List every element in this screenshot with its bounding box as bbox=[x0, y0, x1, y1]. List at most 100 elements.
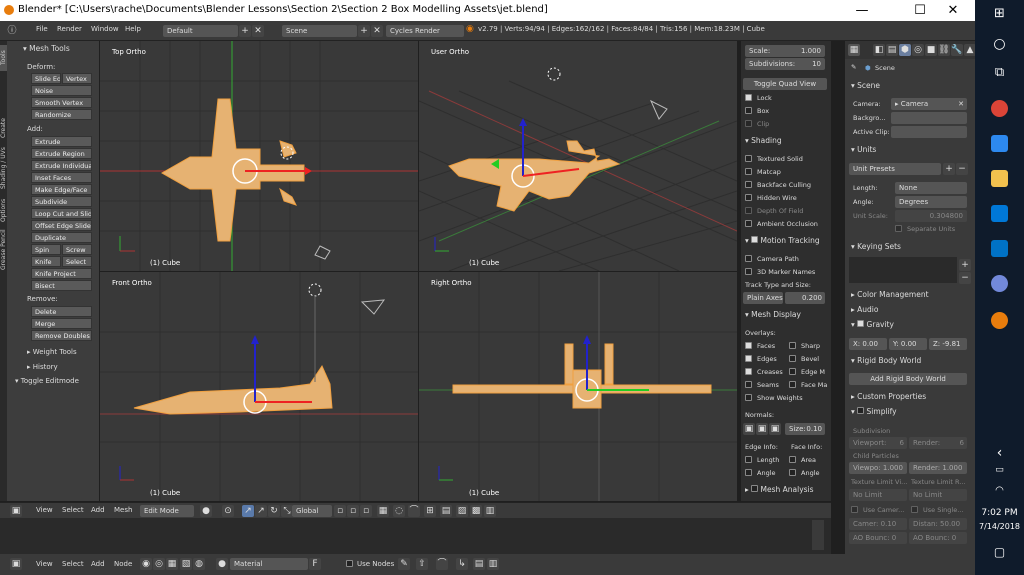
tool-extrude-individual-button[interactable]: Extrude Individual bbox=[31, 160, 92, 171]
menu-view[interactable]: View bbox=[36, 506, 53, 514]
camera-path-checkbox[interactable] bbox=[745, 255, 752, 262]
blender-taskbar-icon[interactable] bbox=[991, 312, 1008, 329]
mesh-analysis-checkbox[interactable] bbox=[751, 485, 759, 492]
render-engine-select[interactable]: Cycles Render bbox=[386, 25, 464, 37]
orientation-select[interactable]: Global bbox=[292, 505, 332, 517]
viewport-particles-field[interactable]: Viewpo: 1.000 bbox=[849, 462, 907, 474]
start-icon[interactable]: ⊞ bbox=[975, 6, 1024, 21]
edge-select-icon[interactable]: ▫ bbox=[347, 505, 359, 517]
marker-names-checkbox[interactable] bbox=[745, 268, 752, 275]
subdivisions-field[interactable]: Subdivisions: 10 bbox=[745, 58, 825, 70]
tool-duplicate-button[interactable]: Duplicate bbox=[31, 232, 92, 243]
show-weights-checkbox[interactable] bbox=[745, 394, 752, 401]
menu-node[interactable]: Node bbox=[114, 560, 132, 568]
textured-solid-checkbox[interactable] bbox=[745, 155, 752, 162]
clock-time[interactable]: 7:02 PM bbox=[975, 508, 1024, 518]
discord-icon[interactable] bbox=[991, 275, 1008, 292]
viewport-user[interactable]: User Ortho (1) Cube bbox=[419, 41, 737, 271]
vertex-select-icon[interactable]: ▫ bbox=[334, 505, 346, 517]
toggle-editmode-panel[interactable]: ▾ Toggle Editmode bbox=[15, 377, 79, 385]
tool-knife-button[interactable]: Knife bbox=[31, 256, 61, 267]
tool-randomize-button[interactable]: Randomize bbox=[31, 109, 92, 120]
gravity-checkbox[interactable] bbox=[857, 320, 865, 327]
area-checkbox[interactable] bbox=[789, 456, 796, 463]
layout-select[interactable]: Default bbox=[163, 25, 238, 37]
tool-subdivide-button[interactable]: Subdivide bbox=[31, 196, 92, 207]
tool-inset-faces-button[interactable]: Inset Faces bbox=[31, 172, 92, 183]
rigid-body-world-panel[interactable]: ▾ Rigid Body World bbox=[851, 356, 921, 365]
motion-tracking-checkbox[interactable] bbox=[751, 236, 759, 243]
cortana-icon[interactable]: ○ bbox=[975, 36, 1024, 52]
menu-node-view[interactable]: View bbox=[36, 560, 53, 568]
opengl-render-icon[interactable]: ▨ bbox=[456, 505, 468, 517]
unit-scale-field[interactable]: 0.304800 bbox=[895, 210, 967, 222]
wifi-icon[interactable]: ◠ bbox=[975, 485, 1024, 496]
hidden-wire-checkbox[interactable] bbox=[745, 194, 752, 201]
menu-mesh[interactable]: Mesh bbox=[114, 506, 132, 514]
editor-type-icon[interactable]: ▣ bbox=[10, 505, 22, 517]
outlook-contacts-icon[interactable] bbox=[991, 135, 1008, 152]
menu-file[interactable]: File bbox=[36, 25, 48, 33]
windows-defender-icon[interactable] bbox=[991, 205, 1008, 222]
close-button[interactable]: ✕ bbox=[931, 0, 975, 21]
material-field[interactable]: Material bbox=[230, 558, 308, 570]
tool-noise-button[interactable]: Noise bbox=[31, 85, 92, 96]
tool-merge-button[interactable]: Merge bbox=[31, 318, 92, 329]
use-camera-checkbox[interactable] bbox=[851, 506, 858, 513]
tool-slide-ed-button[interactable]: Slide Ed bbox=[31, 73, 61, 84]
add-layout-icon[interactable]: + bbox=[239, 25, 251, 37]
box-checkbox[interactable] bbox=[745, 107, 752, 114]
backface-culling-checkbox[interactable] bbox=[745, 181, 752, 188]
compositing-nodes-icon[interactable]: ◎ bbox=[153, 558, 165, 570]
gravity-panel[interactable]: ▾ Gravity bbox=[851, 320, 894, 329]
node-copy-icon[interactable]: ▤ bbox=[473, 558, 485, 570]
render-subdiv-field[interactable]: Render: 6 bbox=[909, 437, 967, 449]
material-fake-user-icon[interactable]: F bbox=[309, 558, 321, 570]
face-angle-checkbox[interactable] bbox=[789, 469, 796, 476]
viewport-front[interactable]: Front Ortho (1) Cube bbox=[100, 272, 418, 501]
rotate-icon[interactable]: ↻ bbox=[268, 505, 280, 517]
minimize-button[interactable]: — bbox=[840, 0, 884, 21]
unit-presets-select[interactable]: Unit Presets bbox=[849, 163, 941, 175]
sharp-checkbox[interactable] bbox=[789, 342, 796, 349]
keying-sets-panel[interactable]: ▾ Keying Sets bbox=[851, 242, 901, 251]
chrome-icon[interactable] bbox=[991, 100, 1008, 117]
seams-checkbox[interactable] bbox=[745, 381, 752, 388]
scene-panel[interactable]: ▾ Scene bbox=[851, 81, 880, 90]
tool-select-button[interactable]: Select bbox=[62, 256, 92, 267]
scene-select[interactable]: Scene bbox=[282, 25, 357, 37]
faces-checkbox[interactable] bbox=[745, 342, 752, 349]
node-link-icon[interactable]: ↳ bbox=[456, 558, 468, 570]
layers-tab-icon[interactable]: ▤ bbox=[886, 44, 898, 56]
constraints-tab-icon[interactable]: ⛓ bbox=[938, 44, 950, 56]
render-preview-icon[interactable]: ▤ bbox=[440, 505, 452, 517]
bevel-checkbox[interactable] bbox=[789, 355, 796, 362]
tool-spin-button[interactable]: Spin bbox=[31, 244, 61, 255]
object-shader-icon[interactable]: ▧ bbox=[180, 558, 192, 570]
lock-checkbox[interactable] bbox=[745, 94, 752, 101]
remove-layout-icon[interactable]: ✕ bbox=[252, 25, 264, 37]
mode-select[interactable]: Edit Mode bbox=[140, 505, 194, 517]
length-checkbox[interactable] bbox=[745, 456, 752, 463]
face-select-icon[interactable]: ▫ bbox=[360, 505, 372, 517]
proportional-edit-icon[interactable]: ◌ bbox=[393, 505, 405, 517]
node-editor-area[interactable] bbox=[0, 518, 831, 554]
translate-icon[interactable]: ↗ bbox=[255, 505, 267, 517]
tool-vertex-button[interactable]: Vertex bbox=[62, 73, 92, 84]
add-scene-icon[interactable]: + bbox=[358, 25, 370, 37]
shading-panel[interactable]: ▾ Shading bbox=[745, 136, 782, 145]
keying-sets-list[interactable] bbox=[849, 257, 957, 283]
snap-node-icon[interactable]: ⌒ bbox=[436, 558, 448, 570]
texture-nodes-icon[interactable]: ▦ bbox=[166, 558, 178, 570]
node-editor-type-icon[interactable]: ▣ bbox=[10, 558, 22, 570]
shader-nodes-icon[interactable]: ◉ bbox=[140, 558, 152, 570]
info-editor-icon[interactable]: ⓘ bbox=[6, 25, 18, 37]
go-to-parent-icon[interactable]: ⇧ bbox=[416, 558, 428, 570]
clip-checkbox[interactable] bbox=[745, 120, 752, 127]
scene-tab-icon[interactable]: ⬢ bbox=[899, 44, 911, 56]
add-rigid-body-world-button[interactable]: Add Rigid Body World bbox=[849, 373, 967, 385]
mesh-analysis-panel[interactable]: ▸ Mesh Analysis bbox=[745, 485, 814, 494]
vertex-normals-icon[interactable]: ▣ bbox=[743, 423, 755, 435]
remove-scene-icon[interactable]: ✕ bbox=[371, 25, 383, 37]
mesh-display-panel[interactable]: ▾ Mesh Display bbox=[745, 310, 801, 319]
